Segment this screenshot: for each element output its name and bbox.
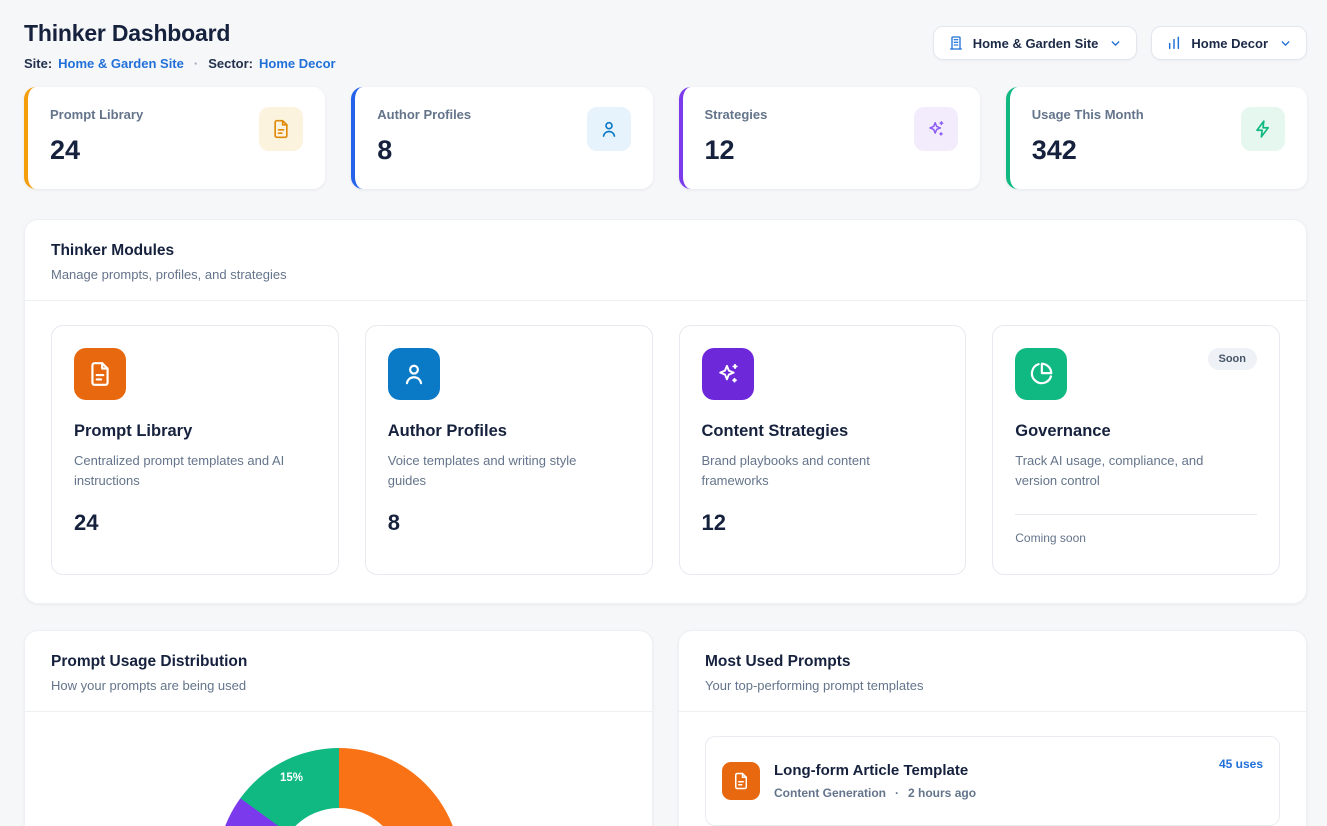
breadcrumb: Site: Home & Garden Site · Sector: Home …	[24, 56, 336, 71]
thinker-modules-section: Thinker Modules Manage prompts, profiles…	[24, 219, 1307, 604]
prompt-usage-panel: Prompt Usage Distribution How your promp…	[24, 630, 653, 826]
modules-grid: Prompt Library Centralized prompt templa…	[25, 301, 1306, 603]
user-icon	[388, 348, 440, 400]
module-count: 24	[74, 510, 316, 536]
document-icon	[259, 107, 303, 151]
topbar: Thinker Dashboard Site: Home & Garden Si…	[24, 20, 1307, 71]
module-count: 12	[702, 510, 944, 536]
chevron-down-icon	[1109, 37, 1122, 50]
stat-value: 342	[1032, 135, 1144, 166]
document-icon	[74, 348, 126, 400]
stat-value: 12	[705, 135, 768, 166]
module-description: Centralized prompt templates and AI inst…	[74, 451, 304, 490]
uses-count: 45 uses	[1219, 757, 1263, 771]
stat-value: 24	[50, 135, 143, 166]
site-label: Site:	[24, 56, 52, 71]
stat-card-strategies: Strategies 12	[679, 87, 980, 189]
page-title: Thinker Dashboard	[24, 20, 336, 47]
user-icon	[587, 107, 631, 151]
module-count: 8	[388, 510, 630, 536]
bottom-row: Prompt Usage Distribution How your promp…	[24, 630, 1307, 826]
prompt-meta: Content Generation · 2 hours ago	[774, 786, 976, 800]
dashboard-page: Thinker Dashboard Site: Home & Garden Si…	[0, 0, 1327, 826]
document-icon	[722, 762, 760, 800]
donut-chart-area: 15%	[25, 712, 652, 826]
prompt-item-text: Long-form Article Template Content Gener…	[774, 762, 976, 800]
site-link[interactable]: Home & Garden Site	[58, 56, 184, 71]
sector-label: Sector:	[208, 56, 253, 71]
stats-row: Prompt Library 24 Author Profiles 8 Stra…	[24, 87, 1307, 189]
modules-title: Thinker Modules	[51, 242, 1280, 260]
stat-label: Prompt Library	[50, 107, 143, 122]
module-title: Governance	[1015, 422, 1257, 441]
sector-selector-label: Home Decor	[1191, 36, 1268, 51]
module-card-governance[interactable]: Soon Governance Track AI usage, complian…	[992, 325, 1280, 575]
stat-label: Author Profiles	[377, 107, 471, 122]
bar-chart-icon	[1166, 35, 1182, 51]
coming-soon-text: Coming soon	[1015, 531, 1257, 545]
slice-percent-label: 15%	[275, 772, 309, 784]
module-title: Content Strategies	[702, 422, 944, 441]
soon-badge: Soon	[1208, 348, 1258, 370]
chevron-down-icon	[1279, 37, 1292, 50]
stat-card-author-profiles: Author Profiles 8	[351, 87, 652, 189]
title-block: Thinker Dashboard Site: Home & Garden Si…	[24, 20, 336, 71]
donut-chart[interactable]: 15%	[217, 748, 461, 826]
header-selectors: Home & Garden Site Home Decor	[933, 26, 1307, 60]
stat-value: 8	[377, 135, 471, 166]
prompt-time: 2 hours ago	[908, 786, 976, 800]
site-selector-dropdown[interactable]: Home & Garden Site	[933, 26, 1138, 60]
prompt-title: Long-form Article Template	[774, 762, 976, 779]
sector-link[interactable]: Home Decor	[259, 56, 336, 71]
modules-subtitle: Manage prompts, profiles, and strategies	[51, 267, 1280, 282]
sector-selector-dropdown[interactable]: Home Decor	[1151, 26, 1307, 60]
meta-separator: ·	[895, 786, 899, 800]
breadcrumb-separator: ·	[194, 56, 198, 71]
module-card-author-profiles[interactable]: Author Profiles Voice templates and writ…	[365, 325, 653, 575]
prompt-category: Content Generation	[774, 786, 886, 800]
module-title: Author Profiles	[388, 422, 630, 441]
module-description: Track AI usage, compliance, and version …	[1015, 451, 1245, 490]
module-card-prompt-library[interactable]: Prompt Library Centralized prompt templa…	[51, 325, 339, 575]
usage-panel-header: Prompt Usage Distribution How your promp…	[25, 631, 652, 711]
most-used-prompts-panel: Most Used Prompts Your top-performing pr…	[678, 630, 1307, 826]
usage-panel-subtitle: How your prompts are being used	[51, 678, 626, 693]
list-item[interactable]: Long-form Article Template Content Gener…	[705, 736, 1280, 826]
module-description: Voice templates and writing style guides	[388, 451, 618, 490]
sparkle-icon	[914, 107, 958, 151]
module-description: Brand playbooks and content frameworks	[702, 451, 932, 490]
stat-card-prompt-library: Prompt Library 24	[24, 87, 325, 189]
module-card-content-strategies[interactable]: Content Strategies Brand playbooks and c…	[679, 325, 967, 575]
bolt-icon	[1241, 107, 1285, 151]
prompts-panel-title: Most Used Prompts	[705, 653, 1280, 671]
sparkle-icon	[702, 348, 754, 400]
pie-chart-icon	[1015, 348, 1067, 400]
module-title: Prompt Library	[74, 422, 316, 441]
divider	[1015, 514, 1257, 515]
building-icon	[948, 35, 964, 51]
stat-label: Strategies	[705, 107, 768, 122]
usage-panel-title: Prompt Usage Distribution	[51, 653, 626, 671]
stat-label: Usage This Month	[1032, 107, 1144, 122]
stat-card-usage: Usage This Month 342	[1006, 87, 1307, 189]
modules-header: Thinker Modules Manage prompts, profiles…	[25, 220, 1306, 300]
prompt-list: Long-form Article Template Content Gener…	[679, 712, 1306, 826]
site-selector-label: Home & Garden Site	[973, 36, 1099, 51]
prompts-panel-subtitle: Your top-performing prompt templates	[705, 678, 1280, 693]
prompts-panel-header: Most Used Prompts Your top-performing pr…	[679, 631, 1306, 711]
